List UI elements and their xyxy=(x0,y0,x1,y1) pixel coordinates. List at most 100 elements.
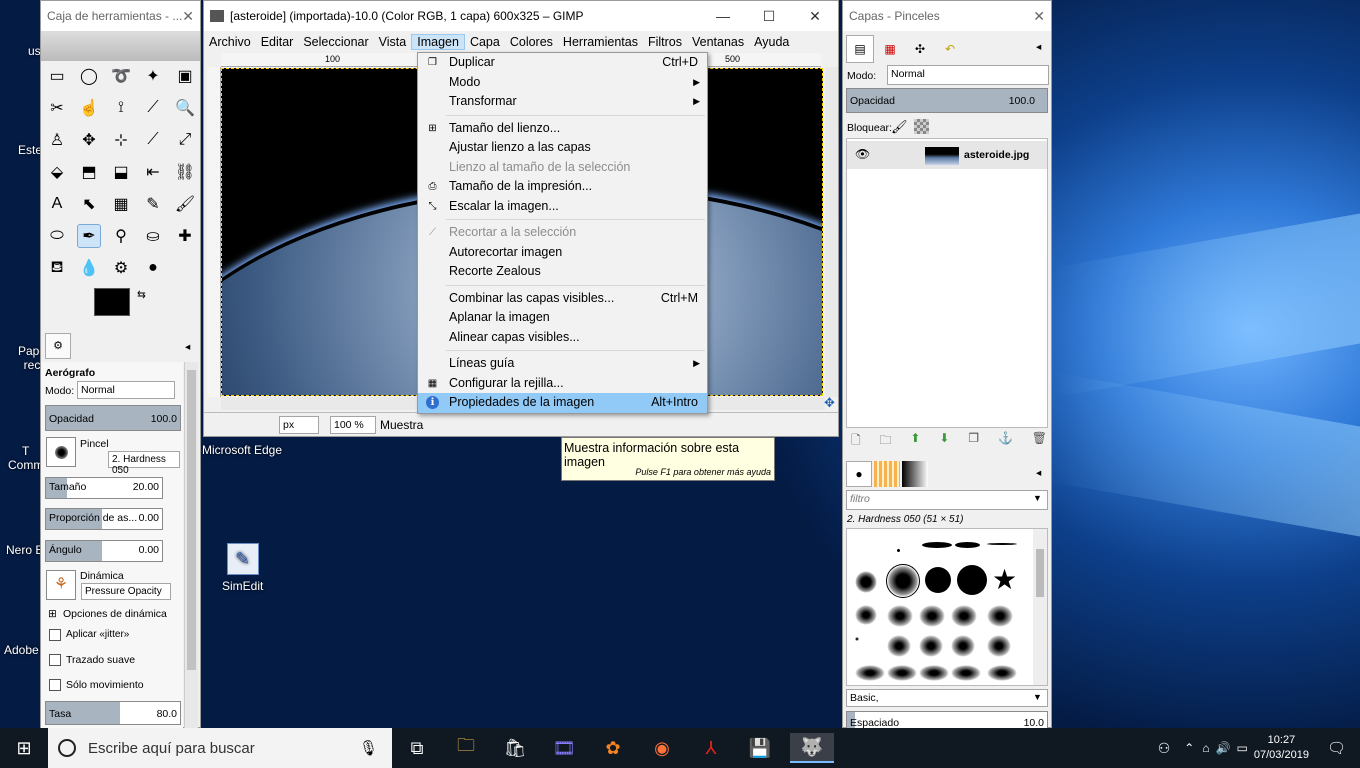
heal-icon[interactable]: ✚ xyxy=(173,224,197,248)
menu-item[interactable]: ⤡ Escalar la imagen... xyxy=(418,197,707,217)
brush-swatch[interactable] xyxy=(887,665,917,681)
align-icon[interactable]: ⊹ xyxy=(109,128,133,152)
menu-item[interactable]: Recorte Zealous xyxy=(418,262,707,282)
dynamics-field[interactable]: Pressure Opacity xyxy=(81,583,171,600)
desktop-icon[interactable]: ✎ SimEdit xyxy=(222,543,263,593)
desktop-icon[interactable]: us xyxy=(28,44,41,58)
menu-item[interactable]: Alinear capas visibles... xyxy=(418,328,707,348)
layer-opacity-slider[interactable]: Opacidad 100.0 xyxy=(846,88,1048,113)
ink-icon[interactable]: ⚲ xyxy=(109,224,133,248)
brush-swatch[interactable] xyxy=(855,637,859,641)
close-icon[interactable]: ✕ xyxy=(1033,8,1045,25)
desktop-icon[interactable]: Microsoft Edge xyxy=(202,443,282,457)
dynamics-options-label[interactable]: Opciones de dinámica xyxy=(63,608,167,620)
menu-capa[interactable]: Capa xyxy=(465,35,505,49)
panel-menu-icon[interactable]: ◂ xyxy=(185,341,190,353)
battery-icon[interactable]: ▭ xyxy=(1237,741,1248,755)
menu-item[interactable]: ▦ Configurar la rejilla... xyxy=(418,374,707,394)
menu-archivo[interactable]: Archivo xyxy=(204,35,256,49)
brush-preset-select[interactable]: Basic, xyxy=(846,689,1048,707)
maximize-button[interactable]: ☐ xyxy=(746,1,792,31)
eraser-icon[interactable]: ⬭ xyxy=(45,224,69,248)
gradient-icon[interactable]: ▦ xyxy=(109,192,133,216)
layers-titlebar[interactable]: Capas - Pinceles ✕ xyxy=(843,1,1051,31)
menu-item[interactable]: Aplanar la imagen xyxy=(418,308,707,328)
people-icon[interactable]: ⚇ xyxy=(1158,740,1171,757)
desktop-icon[interactable]: Este xyxy=(18,143,42,157)
show-hidden-icons-icon[interactable]: ⌃ xyxy=(1184,741,1194,755)
brush-swatch[interactable] xyxy=(919,635,943,657)
brush-swatch[interactable] xyxy=(987,605,1013,627)
menu-item[interactable]: ⎙ Tamaño de la impresión... xyxy=(418,177,707,197)
dodge-burn-icon[interactable]: ● xyxy=(141,256,165,280)
panel-menu-icon[interactable]: ◂ xyxy=(1036,467,1041,479)
windows-start-icon[interactable]: ⊞ xyxy=(0,728,48,768)
menu-item[interactable]: Transformar ▶ xyxy=(418,92,707,112)
brush-swatch[interactable] xyxy=(897,549,900,552)
raise-layer-icon[interactable]: ⬆ xyxy=(910,431,920,449)
clone-icon[interactable]: ⛀ xyxy=(141,224,165,248)
menu-seleccionar[interactable]: Seleccionar xyxy=(298,35,373,49)
opacity-slider[interactable]: Opacidad 100.0 xyxy=(45,405,181,431)
lasso-icon[interactable]: ➰ xyxy=(109,64,133,88)
clock[interactable]: 10:27 07/03/2019 xyxy=(1254,733,1309,763)
layer-mode-select[interactable]: Normal xyxy=(887,65,1049,85)
brush-swatch[interactable] xyxy=(951,605,977,627)
microphone-icon[interactable]: 🎙 xyxy=(359,739,378,757)
chevron-down-icon[interactable]: ▼ xyxy=(1033,692,1042,702)
menu-item[interactable]: Líneas guía ▶ xyxy=(418,354,707,374)
brush-swatch[interactable] xyxy=(987,635,1011,657)
menu-filtros[interactable]: Filtros xyxy=(643,35,687,49)
eye-icon[interactable]: 👁 xyxy=(855,147,870,161)
move-icon[interactable]: ✥ xyxy=(77,128,101,152)
color-picker-icon[interactable]: ⟋ xyxy=(141,96,165,120)
scrollbar[interactable] xyxy=(184,362,198,729)
search-box[interactable]: Escribe aquí para buscar 🎙 xyxy=(48,728,392,768)
toolbox-window[interactable]: Caja de herramientas - ... ✕ ▭ ◯ ➰ ✦ ▣ ✂ ☝ ⟟ ⟋ 🔍 ♙… xyxy=(40,0,201,729)
menu-item[interactable]: ❐ Duplicar Ctrl+D xyxy=(418,53,707,73)
duplicate-layer-icon[interactable]: ❐ xyxy=(968,431,979,449)
menu-item[interactable]: Ajustar lienzo a las capas xyxy=(418,138,707,158)
color-select-icon[interactable]: ▣ xyxy=(173,64,197,88)
toolbox-titlebar[interactable]: Caja de herramientas - ... ✕ xyxy=(41,1,200,31)
desktop-icon[interactable]: Nero E xyxy=(6,543,43,557)
notifications-icon[interactable]: 🗨 xyxy=(1327,739,1346,757)
paintbrush-icon[interactable]: 🖌 xyxy=(173,192,197,216)
delete-layer-icon[interactable]: 🗑 xyxy=(1032,431,1047,449)
rate-slider[interactable]: Tasa 80.0 xyxy=(45,701,181,725)
rect-select-icon[interactable]: ▭ xyxy=(45,64,69,88)
paths-icon[interactable]: ⟟ xyxy=(109,96,133,120)
brush-swatch[interactable] xyxy=(957,565,987,595)
brush-swatch[interactable] xyxy=(951,665,981,681)
menu-item[interactable]: Combinar las capas visibles... Ctrl+M xyxy=(418,289,707,309)
brush-swatch[interactable] xyxy=(922,542,952,548)
brush-swatch[interactable] xyxy=(919,605,945,627)
spacing-slider[interactable]: Espaciado 10.0 xyxy=(846,711,1048,729)
foreground-select-icon[interactable]: ☝ xyxy=(77,96,101,120)
foreground-color[interactable] xyxy=(94,288,130,316)
lower-layer-icon[interactable]: ⬇ xyxy=(939,431,949,449)
menu-item[interactable]: ⊞ Tamaño del lienzo... xyxy=(418,119,707,139)
desktop-icon[interactable]: T Comm xyxy=(8,444,43,472)
vertical-scrollbar[interactable] xyxy=(825,67,838,397)
brushes-tab-icon[interactable]: ● xyxy=(846,461,872,487)
lock-alpha-icon[interactable] xyxy=(914,119,929,134)
menu-ayuda[interactable]: Ayuda xyxy=(749,35,794,49)
shear-icon[interactable]: ⬓ xyxy=(109,160,133,184)
brush-swatch[interactable] xyxy=(887,635,911,657)
gradients-tab-icon[interactable] xyxy=(902,461,928,487)
fuzzy-select-icon[interactable]: ✦ xyxy=(141,64,165,88)
brush-swatch[interactable] xyxy=(955,542,980,548)
zoom-icon[interactable]: 🔍 xyxy=(173,96,197,120)
menu-imagen[interactable]: Imagen xyxy=(411,34,465,50)
chevron-down-icon[interactable]: ▼ xyxy=(1033,493,1042,503)
menu-ventanas[interactable]: Ventanas xyxy=(687,35,749,49)
task-view-icon[interactable]: ⧉ xyxy=(402,733,432,763)
menu-colores[interactable]: Colores xyxy=(505,35,558,49)
airbrush-icon[interactable]: ✒ xyxy=(77,224,101,248)
menu-item[interactable]: Autorecortar imagen xyxy=(418,243,707,263)
measure-icon[interactable]: ♙ xyxy=(45,128,69,152)
new-group-icon[interactable]: 🗀 xyxy=(880,431,892,449)
brush-swatch[interactable] xyxy=(855,571,877,593)
layers-tab-icon[interactable]: ▤ xyxy=(846,35,874,63)
